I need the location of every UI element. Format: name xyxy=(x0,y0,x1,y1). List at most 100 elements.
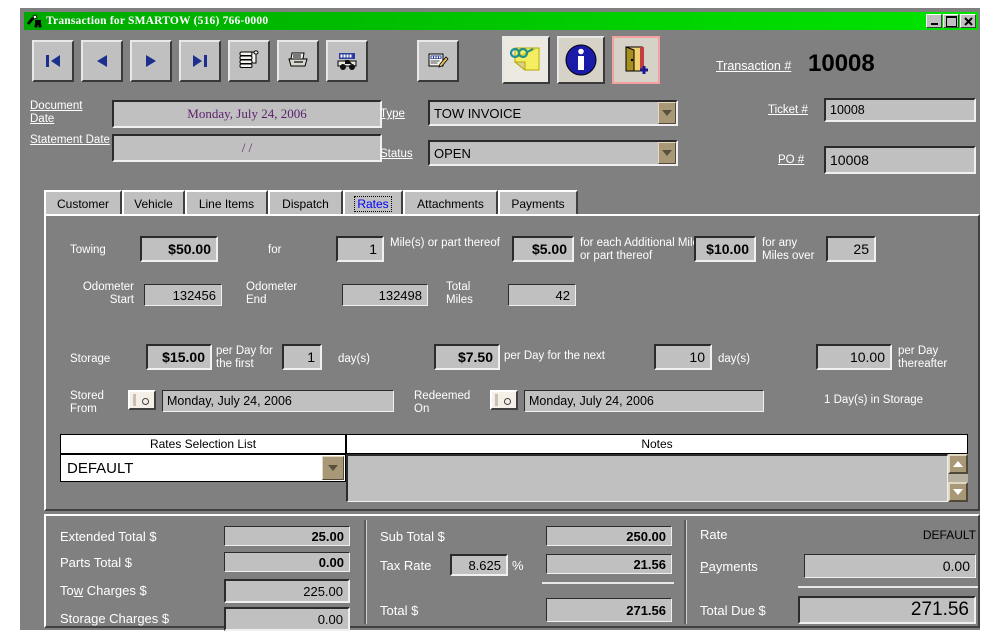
tab-vehicle-label: Vehicle xyxy=(134,197,173,211)
notes-scroll-up-button[interactable] xyxy=(948,454,968,474)
totals-divider-2 xyxy=(684,520,687,624)
sub-total-field: 250.00 xyxy=(546,526,672,546)
rate-value: DEFAULT xyxy=(856,528,976,542)
last-record-button[interactable] xyxy=(179,40,221,82)
over-miles-field[interactable]: 25 xyxy=(826,236,876,262)
total-field: 271.56 xyxy=(546,598,672,622)
find-button[interactable] xyxy=(326,40,368,82)
storage-next-rate-field[interactable]: $7.50 xyxy=(434,344,500,370)
tow-charges-label: Tow Charges $ xyxy=(60,584,147,597)
rates-selection-value: DEFAULT xyxy=(61,460,133,477)
storage-charges-label: Storage Charges $ xyxy=(60,612,169,625)
previous-record-button[interactable] xyxy=(81,40,123,82)
first-record-button[interactable] xyxy=(32,40,74,82)
print-button[interactable] xyxy=(277,40,319,82)
type-label: Type xyxy=(380,108,405,121)
ticket-number-field[interactable]: 10008 xyxy=(824,98,976,122)
po-number-field[interactable]: 10008 xyxy=(824,146,976,174)
tab-attachments[interactable]: Attachments xyxy=(403,190,498,215)
tab-payments[interactable]: Payments xyxy=(498,190,578,215)
parts-total-field: 0.00 xyxy=(224,552,350,572)
odometer-end-field[interactable]: 132498 xyxy=(342,284,428,306)
tab-dispatch[interactable]: Dispatch xyxy=(268,190,343,215)
tow-truck-icon xyxy=(26,14,42,28)
totals-divider-1 xyxy=(364,520,367,624)
over-rate-field[interactable]: $10.00 xyxy=(694,236,756,262)
tab-customer[interactable]: Customer xyxy=(44,190,122,215)
middle-rule xyxy=(542,582,674,584)
minimize-button[interactable] xyxy=(926,14,942,28)
rate-label: Rate xyxy=(700,528,727,541)
stored-from-calendar-button[interactable] xyxy=(128,390,156,410)
days-label-2: day(s) xyxy=(718,353,750,366)
type-dropdown[interactable]: TOW INVOICE xyxy=(428,100,678,126)
additional-rate-field[interactable]: $5.00 xyxy=(512,236,574,262)
tab-rates[interactable]: Rates xyxy=(343,190,403,215)
maximize-button[interactable] xyxy=(943,14,959,28)
rates-selection-dropdown[interactable]: DEFAULT xyxy=(60,454,346,482)
transaction-number-value: 10008 xyxy=(808,50,875,78)
edit-form-button[interactable] xyxy=(417,40,459,82)
tax-rate-field[interactable]: 8.625 xyxy=(450,554,508,576)
status-dropdown[interactable]: OPEN xyxy=(428,140,678,166)
storage-next-days-field[interactable]: 10 xyxy=(654,344,712,370)
towing-label: Towing xyxy=(70,244,106,257)
rates-selection-dropdown-arrow[interactable] xyxy=(322,456,344,480)
database-button[interactable] xyxy=(228,40,270,82)
tab-strip: Customer Vehicle Line Items Dispatch Rat… xyxy=(44,190,980,215)
status-dropdown-arrow[interactable] xyxy=(658,142,676,164)
next-record-button[interactable] xyxy=(130,40,172,82)
transaction-window: Transaction for SMARTOW (516) 766-0000 xyxy=(20,8,980,630)
close-button[interactable] xyxy=(960,14,976,28)
tab-line-items[interactable]: Line Items xyxy=(185,190,268,215)
total-due-field: 271.56 xyxy=(798,596,976,624)
info-button[interactable] xyxy=(557,36,605,84)
base-miles-label: Mile(s) or part thereof xyxy=(390,237,502,250)
parts-total-label: Parts Total $ xyxy=(60,556,132,569)
towing-base-rate-field[interactable]: $50.00 xyxy=(140,236,218,262)
transaction-number-label: Transaction # xyxy=(716,60,791,73)
rates-tab-panel: Towing $50.00 for 1 Mile(s) or part ther… xyxy=(44,214,980,511)
storage-first-days-field[interactable]: 1 xyxy=(282,344,322,370)
payments-field: 0.00 xyxy=(804,554,976,578)
notes-scroll-down-button[interactable] xyxy=(948,482,968,502)
tab-rates-label: Rates xyxy=(354,196,391,212)
base-miles-field[interactable]: 1 xyxy=(336,236,384,262)
extended-total-label: Extended Total $ xyxy=(60,530,157,543)
statement-date-label: Statement Date xyxy=(30,134,110,147)
exit-button[interactable] xyxy=(612,36,660,84)
days-in-storage-label: 1 Day(s) in Storage xyxy=(824,394,923,407)
days-label-1: day(s) xyxy=(338,353,370,366)
tow-charges-field[interactable]: 225.00 xyxy=(224,579,350,603)
extended-total-field: 25.00 xyxy=(224,526,350,546)
tab-payments-label: Payments xyxy=(511,197,564,211)
preview-button[interactable] xyxy=(502,36,550,84)
total-miles-field[interactable]: 42 xyxy=(508,284,576,306)
tax-amount-field: 21.56 xyxy=(546,554,672,574)
storage-after-rate-field[interactable]: 10.00 xyxy=(816,344,892,370)
odometer-start-field[interactable]: 132456 xyxy=(144,284,222,306)
document-date-field[interactable]: Monday, July 24, 2006 xyxy=(112,100,382,128)
storage-first-label: per Day for the first xyxy=(216,345,278,371)
redeemed-on-field[interactable]: Monday, July 24, 2006 xyxy=(524,390,764,412)
type-dropdown-arrow[interactable] xyxy=(658,102,676,124)
window-title: Transaction for SMARTOW (516) 766-0000 xyxy=(46,15,268,27)
notes-textarea[interactable] xyxy=(346,454,948,502)
over-rate-label: for any Miles over xyxy=(762,237,824,263)
rates-selection-list-header: Rates Selection List xyxy=(60,434,346,454)
notes-scrollbar[interactable] xyxy=(948,454,968,502)
stored-from-label: Stored From xyxy=(70,390,118,416)
type-value: TOW INVOICE xyxy=(434,106,521,121)
redeemed-on-calendar-button[interactable] xyxy=(490,390,518,410)
storage-first-rate-field[interactable]: $15.00 xyxy=(146,344,212,370)
tab-vehicle[interactable]: Vehicle xyxy=(122,190,185,215)
right-rule xyxy=(798,586,978,588)
tab-attachments-label: Attachments xyxy=(417,197,484,211)
storage-charges-field[interactable]: 0.00 xyxy=(224,607,350,631)
document-date-label: Document Date xyxy=(30,100,108,126)
tab-customer-label: Customer xyxy=(57,197,109,211)
tab-line-items-label: Line Items xyxy=(199,197,254,211)
stored-from-field[interactable]: Monday, July 24, 2006 xyxy=(162,390,394,412)
window-controls xyxy=(926,14,978,28)
statement-date-field[interactable]: / / xyxy=(112,134,382,162)
